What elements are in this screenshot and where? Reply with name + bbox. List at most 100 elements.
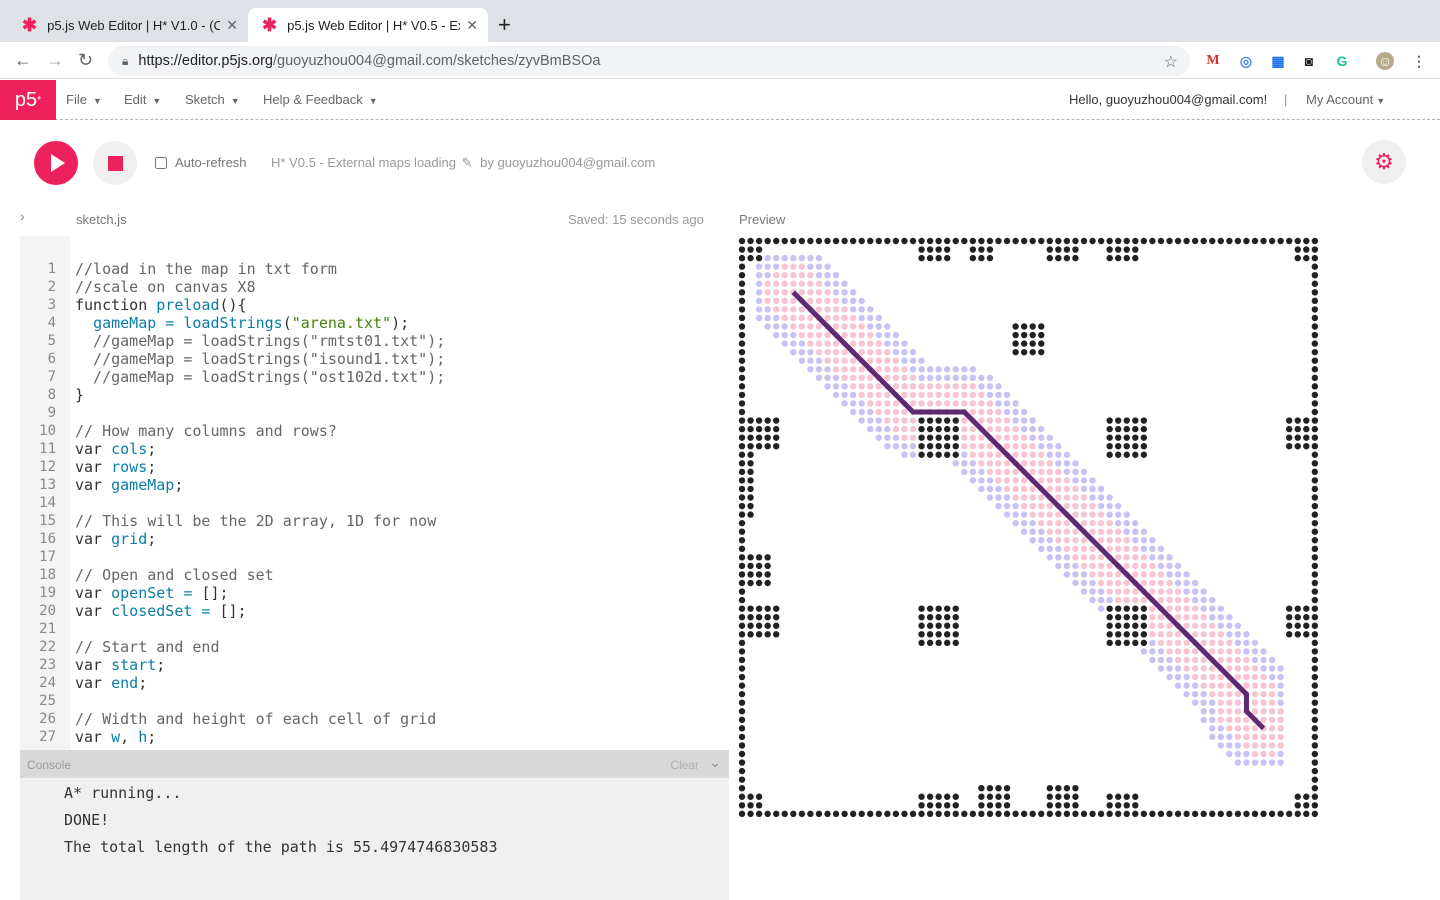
closed-set-cell (1166, 639, 1173, 647)
closed-set-cell (1217, 699, 1224, 706)
chevron-down-icon[interactable]: ⌄ (709, 754, 721, 771)
code-line[interactable]: function preload(){ (75, 296, 247, 314)
glasses-icon[interactable]: ◙ (1300, 52, 1318, 70)
code-line[interactable]: var cols; (75, 440, 156, 458)
browser-menu-icon[interactable]: ⋮ (1410, 52, 1428, 70)
wall-cell (738, 348, 746, 356)
open-set-cell (1277, 750, 1284, 758)
closed-set-cell (841, 306, 848, 313)
close-tab-icon[interactable]: ✕ (466, 17, 478, 34)
code-line[interactable]: var rows; (75, 458, 156, 476)
closed-set-cell (1072, 554, 1079, 561)
address-bar[interactable]: 🔒︎ https://editor.p5js.org/guoyuzhou004@… (108, 46, 1190, 76)
closed-set-cell (867, 340, 874, 347)
closed-set-cell (849, 314, 857, 322)
wall-cell (738, 280, 746, 287)
menu-edit[interactable]: Edit ▼ (124, 92, 161, 107)
play-button[interactable] (34, 141, 78, 185)
closed-set-cell (807, 280, 814, 287)
wall-cell (1311, 631, 1319, 638)
closed-set-cell (773, 297, 780, 305)
chevron-right-icon[interactable]: › (20, 208, 25, 224)
bookmark-star-icon[interactable]: ☆ (1164, 52, 1178, 72)
code-line[interactable]: //gameMap = loadStrings("rmtst01.txt"); (75, 332, 445, 350)
auto-refresh-toggle[interactable]: Auto-refresh (155, 155, 247, 170)
preview-canvas[interactable] (735, 234, 1327, 826)
open-set-cell (1063, 554, 1071, 561)
my-account-menu[interactable]: My Account ▼ (1306, 92, 1385, 107)
settings-button[interactable]: ⚙ (1362, 140, 1406, 184)
browser-tab-2[interactable]: ✱ p5.js Web Editor | H* V0.5 - Ex ✕ (248, 8, 488, 42)
code-line[interactable]: // Width and height of each cell of grid (75, 710, 436, 728)
back-arrow-icon[interactable]: ← (14, 50, 32, 71)
code-line[interactable]: gameMap = loadStrings("arena.txt"); (75, 314, 409, 332)
calendar-icon[interactable]: ▦ (1269, 52, 1287, 70)
wall-cell (1020, 323, 1028, 330)
profile-avatar-icon[interactable]: ☺ (1376, 52, 1394, 70)
code-line[interactable]: // This will be the 2D array, 1D for now (75, 512, 436, 530)
new-tab-button[interactable]: + (498, 12, 511, 38)
closed-set-cell (1200, 622, 1207, 629)
auto-refresh-checkbox[interactable] (155, 156, 167, 169)
open-set-cell (1166, 673, 1173, 681)
code-line[interactable]: var start; (75, 656, 165, 674)
code-line[interactable]: //scale on canvas X8 (75, 278, 256, 296)
wall-cell (1286, 622, 1293, 629)
code-line[interactable]: // Open and closed set (75, 566, 274, 584)
open-set-cell (807, 254, 814, 262)
code-line[interactable]: } (75, 386, 84, 404)
code-line[interactable]: // Start and end (75, 638, 220, 656)
wall-cell (1294, 434, 1301, 441)
wall-cell (1286, 631, 1293, 638)
code-line[interactable]: //load in the map in txt form (75, 260, 337, 278)
wall-cell (773, 443, 780, 450)
closed-set-cell (935, 391, 942, 399)
menu-sketch[interactable]: Sketch ▼ (185, 92, 240, 107)
forward-arrow-icon[interactable]: → (46, 50, 64, 71)
code-line[interactable]: var end; (75, 674, 147, 692)
wall-cell (1294, 246, 1301, 253)
code-editor[interactable]: //load in the map in txt form//scale on … (70, 236, 729, 750)
closed-set-cell (858, 374, 865, 381)
open-set-cell (1012, 408, 1019, 416)
close-tab-icon[interactable]: ✕ (226, 17, 238, 34)
grammarly-icon[interactable]: G (1333, 52, 1351, 70)
sketch-title[interactable]: H* V0.5 - External maps loading ✎ by guo… (271, 155, 655, 171)
code-line[interactable]: var w, h; (75, 728, 156, 746)
open-set-cell (1029, 528, 1036, 535)
open-set-cell (1191, 596, 1199, 604)
line-number: 23 (39, 657, 56, 673)
wall-cell (1012, 237, 1019, 245)
line-number: 22 (39, 639, 56, 655)
open-set-cell (841, 391, 848, 399)
wall-cell (884, 237, 891, 245)
gmail-icon[interactable]: M (1204, 52, 1222, 70)
pencil-icon[interactable]: ✎ (462, 155, 473, 170)
menu-help[interactable]: Help & Feedback ▼ (263, 92, 378, 107)
code-line[interactable]: // How many columns and rows? (75, 422, 337, 440)
wall-cell (1046, 246, 1053, 253)
closed-set-cell (978, 434, 985, 441)
code-line[interactable]: //gameMap = loadStrings("ost102d.txt"); (75, 368, 445, 386)
wall-cell (986, 802, 994, 809)
console-clear-button[interactable]: Clear (670, 758, 699, 772)
closed-set-cell (1191, 605, 1199, 612)
reload-icon[interactable]: ↻ (78, 50, 93, 71)
wall-cell (1234, 237, 1242, 245)
closed-set-cell (1157, 622, 1165, 629)
code-line[interactable]: var closedSet = []; (75, 602, 247, 620)
code-line[interactable]: var gameMap; (75, 476, 183, 494)
wall-cell (926, 639, 934, 647)
code-line[interactable]: var grid; (75, 530, 156, 548)
stop-button[interactable] (93, 141, 137, 185)
menu-file[interactable]: File ▼ (66, 92, 102, 107)
code-line[interactable]: //gameMap = loadStrings("isound1.txt"); (75, 350, 445, 368)
wall-cell (875, 810, 882, 818)
browser-tab-1[interactable]: ✱ p5.js Web Editor | H* V1.0 - (C ✕ (8, 8, 248, 42)
p5-logo[interactable]: p5 * (0, 80, 56, 120)
closed-set-cell (986, 400, 994, 407)
extension-blue-icon[interactable]: ◎ (1237, 52, 1255, 70)
code-line[interactable]: var openSet = []; (75, 584, 229, 602)
wall-cell (738, 750, 746, 758)
wall-cell (1286, 417, 1293, 424)
